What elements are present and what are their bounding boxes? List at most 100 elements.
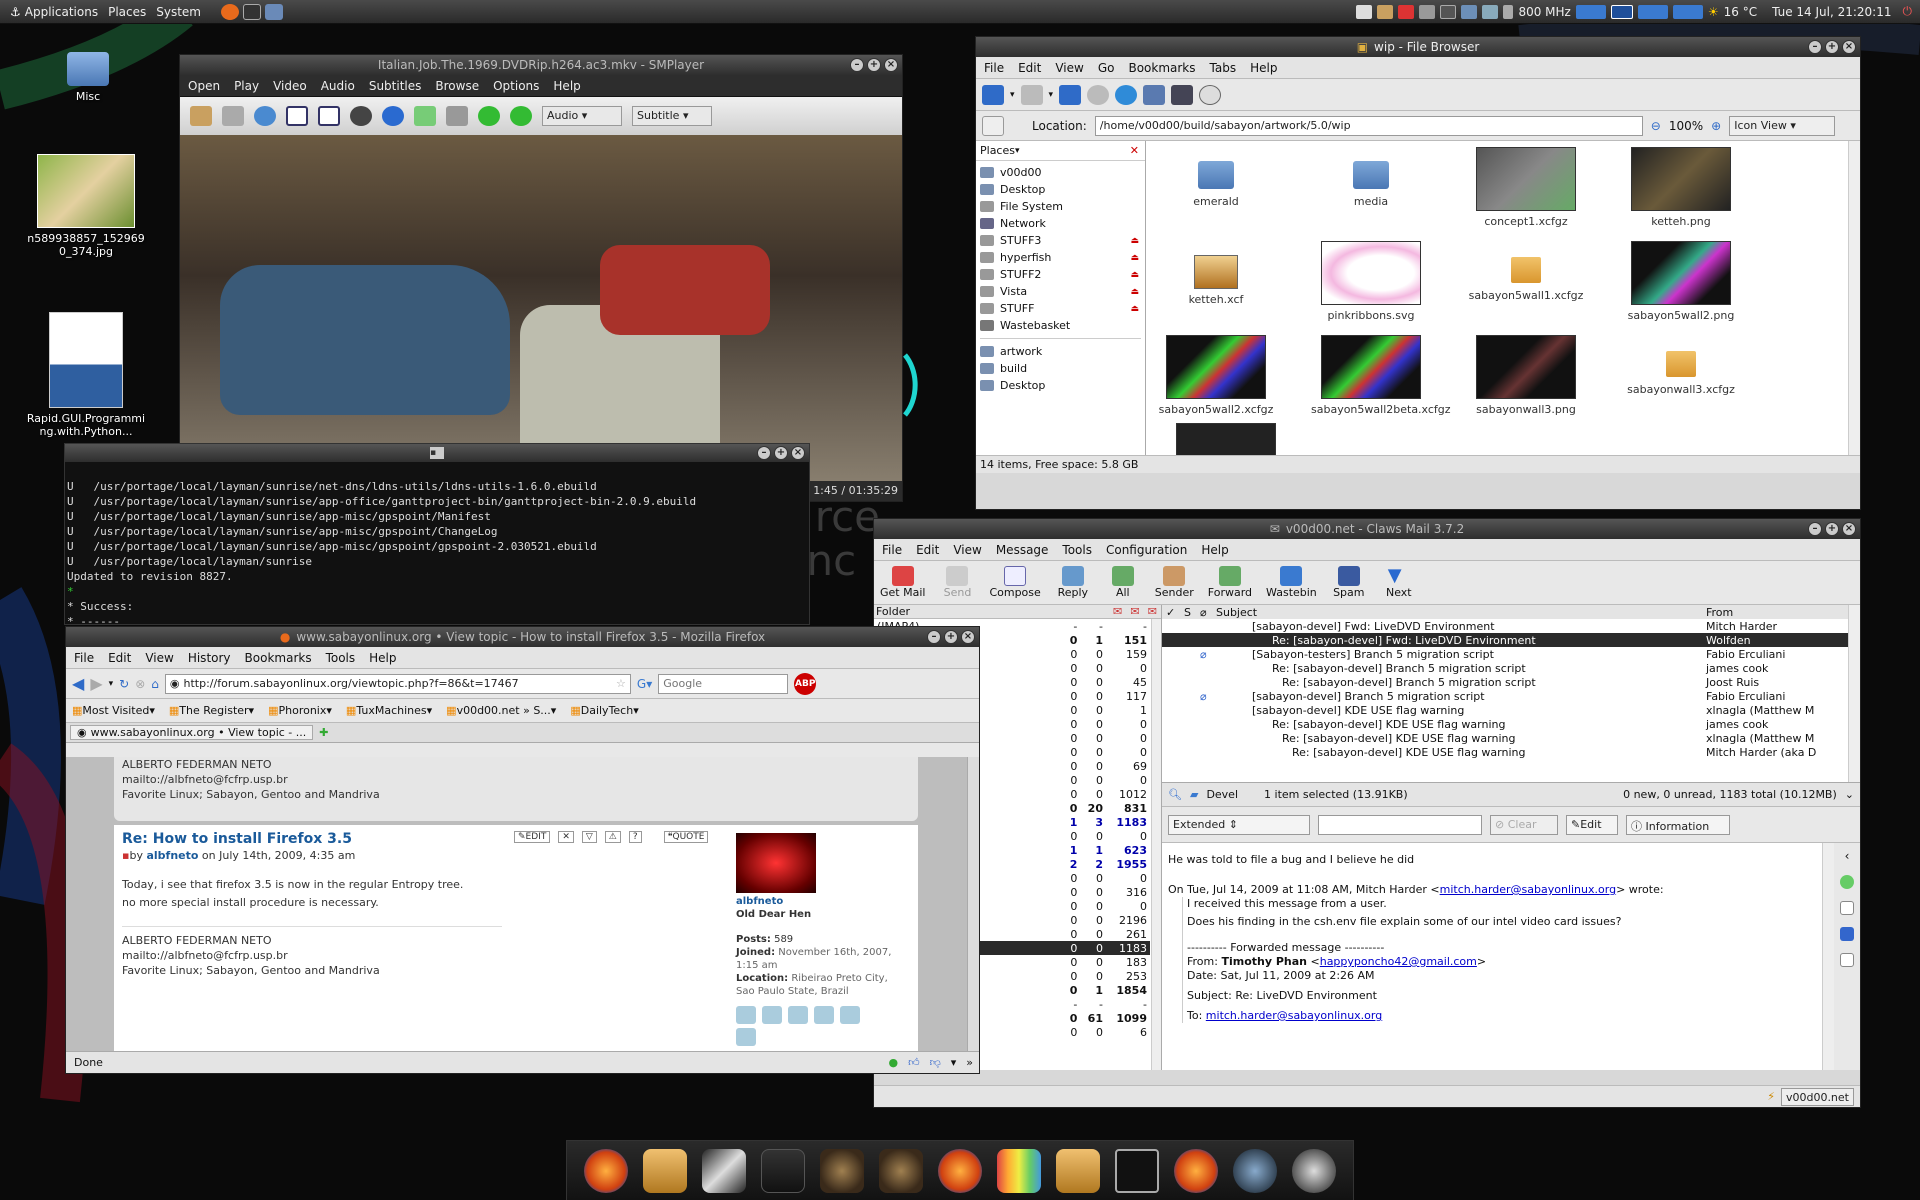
from-column[interactable]: From xyxy=(1702,605,1850,619)
menu-video[interactable]: Video xyxy=(273,79,307,93)
folder-column-header[interactable]: Folder xyxy=(876,605,910,618)
bookmark-star-icon[interactable]: ☆ xyxy=(616,677,626,690)
maximize-button[interactable]: + xyxy=(867,58,881,72)
eject-icon[interactable]: ⏏ xyxy=(1130,304,1139,314)
bookmark-build[interactable]: build xyxy=(976,360,1145,377)
view-mode-select[interactable]: Icon View ▾ xyxy=(1729,115,1836,136)
message-row[interactable]: ⌀ [Sabayon-testers] Branch 5 migration sc… xyxy=(1162,647,1850,661)
message-row[interactable]: Re: [sabayon-devel] Branch 5 migration s… xyxy=(1162,661,1850,675)
check-cell[interactable] xyxy=(1162,745,1180,759)
menu-open[interactable]: Open xyxy=(188,79,220,93)
close-button[interactable]: × xyxy=(884,58,898,72)
file-item[interactable]: emerald xyxy=(1156,147,1276,208)
maximize-button[interactable]: + xyxy=(944,630,958,644)
quote-button[interactable]: ❝QUOTE xyxy=(663,831,709,843)
eject-icon[interactable]: ⏏ xyxy=(1130,253,1139,263)
account-selector[interactable]: v00d00.net xyxy=(1780,1087,1854,1106)
chevron-down-icon[interactable]: ▾ xyxy=(951,1056,957,1069)
firefox-dock-icon[interactable] xyxy=(584,1148,629,1193)
prev-icon[interactable] xyxy=(478,106,500,126)
file-item[interactable]: sabayon5wall2.xcfgz xyxy=(1156,335,1276,416)
message-list-scrollbar[interactable] xyxy=(1848,605,1860,782)
menu-options[interactable]: Options xyxy=(493,79,539,93)
claws-titlebar[interactable]: ✉ v00d00.net - Claws Mail 3.7.2 – + × xyxy=(874,519,1860,539)
info-icon[interactable] xyxy=(382,106,404,126)
google-search-engine-icon[interactable]: G▾ xyxy=(637,677,652,691)
email-icon[interactable] xyxy=(762,1006,782,1024)
file-cabinet-2-dock-icon[interactable] xyxy=(1055,1148,1100,1193)
minimize-button[interactable]: – xyxy=(927,630,941,644)
check-cell[interactable] xyxy=(1162,717,1180,731)
from-email-link[interactable]: happyponcho42@gmail.com xyxy=(1320,955,1477,968)
menu-configuration[interactable]: Configuration xyxy=(1106,543,1187,557)
bookmark-desktop[interactable]: Desktop xyxy=(976,377,1145,394)
source-view-icon[interactable] xyxy=(1840,953,1854,967)
menu-tools[interactable]: Tools xyxy=(1062,543,1092,557)
edit-search-button[interactable]: ✎Edit xyxy=(1566,814,1618,835)
menu-audio[interactable]: Audio xyxy=(321,79,355,93)
post-author-link[interactable]: albfneto xyxy=(146,849,198,862)
preferences-icon[interactable] xyxy=(446,106,468,126)
menu-bookmarks[interactable]: Bookmarks xyxy=(1128,61,1195,75)
back-icon[interactable]: ◀ xyxy=(72,674,84,693)
menu-file[interactable]: File xyxy=(984,61,1004,75)
screenshot-icon[interactable] xyxy=(350,106,372,126)
gimp-2-dock-icon[interactable] xyxy=(879,1148,924,1193)
edit-post-button[interactable]: ✎EDIT xyxy=(514,831,551,843)
menu-bookmarks[interactable]: Bookmarks xyxy=(245,651,312,665)
unread-count-icon[interactable]: ✉ xyxy=(1130,605,1139,618)
menu-browse[interactable]: Browse xyxy=(435,79,479,93)
chevron-down-icon[interactable]: ⌄ xyxy=(1845,788,1854,801)
menu-go[interactable]: Go xyxy=(1098,61,1115,75)
place-vista[interactable]: Vista ⏏ xyxy=(976,283,1145,300)
message-view-scrollbar[interactable] xyxy=(1822,843,1834,1070)
search-input[interactable] xyxy=(658,673,789,694)
page-scrollbar[interactable] xyxy=(967,757,979,1053)
wallpaper-dock-icon[interactable] xyxy=(761,1148,806,1193)
desktop-icon-book[interactable]: Rapid.GUI.Programming.with.Python... xyxy=(26,312,146,440)
eject-icon[interactable]: ⏏ xyxy=(1130,236,1139,246)
bookmark-dailytech[interactable]: ▦DailyTech▾ xyxy=(570,704,638,717)
more-icon[interactable]: » xyxy=(966,1056,973,1069)
message-row[interactable]: [sabayon-devel] Fwd: LiveDVD Environment… xyxy=(1162,619,1850,633)
clear-button[interactable]: ⊘ Clear xyxy=(1490,814,1558,835)
bookmark-the-register[interactable]: ▦The Register▾ xyxy=(169,704,254,717)
workspace-switcher-1[interactable] xyxy=(1575,4,1606,19)
delete-icon[interactable]: ✕ xyxy=(558,831,574,843)
package-icon[interactable] xyxy=(1377,4,1394,19)
eject-icon[interactable]: ⏏ xyxy=(1130,287,1139,297)
minimize-button[interactable]: – xyxy=(1808,40,1822,54)
thumbs-down-icon[interactable]: 👎︎ xyxy=(930,1056,941,1069)
workspace-switcher-4[interactable] xyxy=(1672,4,1703,19)
tab-active[interactable]: ◉ www.sabayonlinux.org • View topic - ... xyxy=(70,725,314,740)
file-browser-titlebar[interactable]: ▣ wip - File Browser – + × xyxy=(976,37,1860,57)
file-item[interactable]: sabayon5wall2.png xyxy=(1621,241,1741,322)
open-url-icon[interactable] xyxy=(254,106,276,126)
check-cell[interactable] xyxy=(1162,675,1180,689)
menu-history[interactable]: History xyxy=(188,651,231,665)
message-view[interactable]: He was told to file a bug and I believe … xyxy=(1162,843,1834,1070)
workspace-switcher-2[interactable] xyxy=(1610,4,1633,19)
close-button[interactable]: × xyxy=(791,446,805,460)
places-label[interactable]: Places xyxy=(980,144,1015,157)
chat-icon[interactable] xyxy=(1461,4,1478,19)
reload-icon[interactable] xyxy=(1115,84,1138,105)
menu-play[interactable]: Play xyxy=(234,79,259,93)
warn-icon[interactable]: ⚠ xyxy=(604,831,621,843)
bookmark-v00d00[interactable]: ▦v00d00.net » S...▾ xyxy=(446,704,556,717)
zoom-out-icon[interactable]: ⊖ xyxy=(1651,119,1661,133)
zoom-in-icon[interactable]: ⊕ xyxy=(1711,119,1721,133)
file-item[interactable]: concept1.xcfgz xyxy=(1466,147,1586,228)
menu-view[interactable]: View xyxy=(1055,61,1083,75)
check-cell[interactable] xyxy=(1162,689,1180,703)
location-input[interactable] xyxy=(1094,115,1643,136)
video-area[interactable] xyxy=(180,135,902,487)
up-icon[interactable] xyxy=(1059,84,1082,105)
reply-sender-button[interactable]: Sender xyxy=(1155,566,1194,599)
total-count-icon[interactable]: ✉ xyxy=(1148,605,1157,618)
fullscreen-icon[interactable] xyxy=(318,106,340,126)
update-icon[interactable] xyxy=(1419,4,1436,19)
message-row[interactable]: Re: [sabayon-devel] KDE USE flag warning… xyxy=(1162,731,1850,745)
forward-button[interactable]: Forward xyxy=(1208,566,1252,599)
folder-scrollbar[interactable] xyxy=(1151,619,1161,1070)
